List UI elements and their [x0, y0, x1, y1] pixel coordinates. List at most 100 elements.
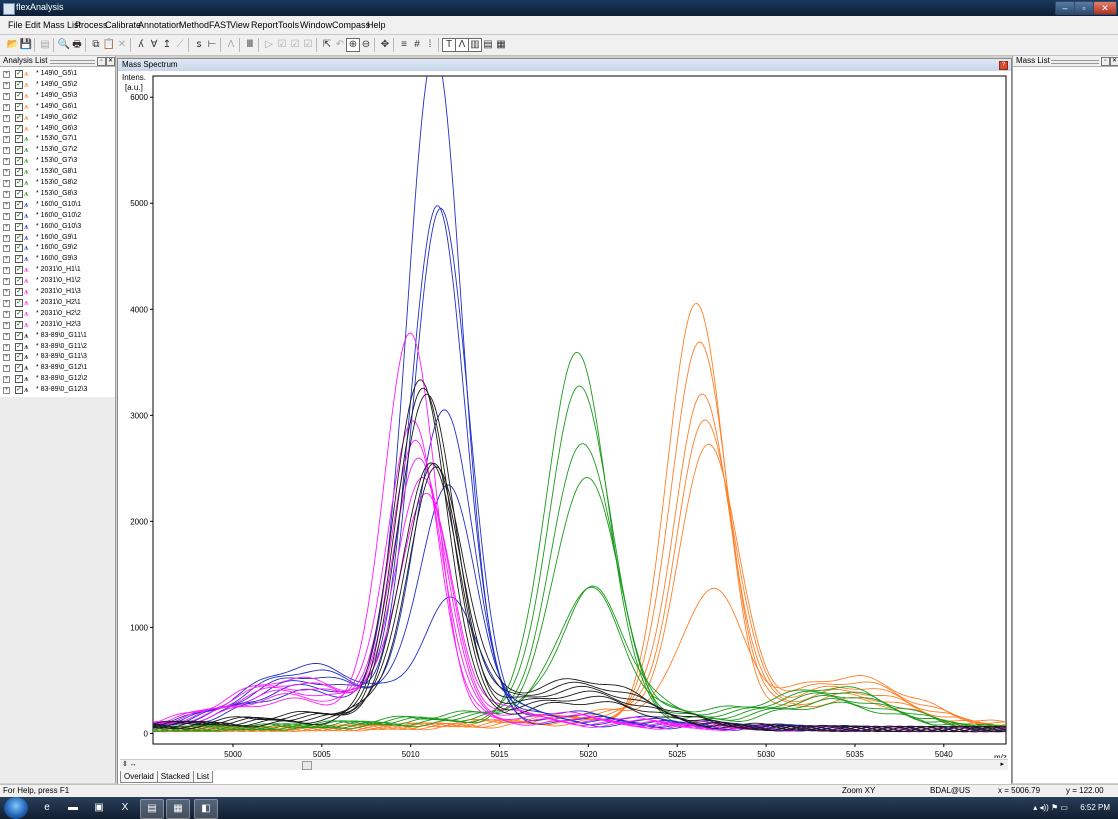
menu-calibrate[interactable]: Calibrate [105, 20, 141, 30]
expand-icon[interactable]: + [3, 354, 10, 362]
visibility-checkbox[interactable]: ✓ [15, 113, 23, 122]
visibility-checkbox[interactable]: ✓ [15, 342, 23, 351]
move-icon[interactable]: ✥ [378, 38, 392, 52]
list-item[interactable]: + ✓ ⩚ * 2031\0_H2\3 [0, 319, 115, 330]
tab-list[interactable]: List [192, 771, 214, 783]
expand-icon[interactable]: + [3, 234, 10, 242]
panel-restore-icon[interactable]: ▫ [97, 57, 106, 66]
expand-icon[interactable]: + [3, 299, 10, 307]
scroll-nav-icon[interactable]: ⇕ ↔ [122, 760, 137, 768]
mass-list-icon[interactable]: ꜱ [192, 38, 206, 52]
visibility-checkbox[interactable]: ✓ [15, 244, 23, 253]
peak-edit-icon[interactable]: ⟋ [173, 38, 187, 52]
menu-view[interactable]: View [230, 20, 249, 30]
menu-tools[interactable]: Tools [278, 20, 299, 30]
expand-icon[interactable]: + [3, 180, 10, 187]
expand-icon[interactable]: + [3, 387, 10, 395]
list-item[interactable]: + ✓ ⩚ * 153\0_G8\3 [0, 188, 115, 199]
list-item[interactable]: + ✓ ⩚ * 153\0_G8\1 [0, 166, 115, 177]
list-item[interactable]: + ✓ ⩚ * 2031\0_H1\1 [0, 264, 115, 275]
view-overlay-icon[interactable]: Λ [455, 38, 469, 52]
visibility-checkbox[interactable]: ✓ [15, 298, 23, 307]
flexanalysis-icon[interactable]: ◧ [194, 799, 218, 819]
expand-icon[interactable]: + [3, 245, 10, 253]
expand-icon[interactable]: + [3, 136, 10, 144]
copy-icon[interactable]: ⧉ [89, 38, 103, 52]
visibility-checkbox[interactable]: ✓ [15, 364, 23, 373]
expand-icon[interactable]: + [3, 169, 10, 177]
visibility-checkbox[interactable]: ✓ [15, 211, 23, 220]
visibility-checkbox[interactable]: ✓ [15, 168, 23, 177]
app2-icon[interactable]: ▤ [140, 799, 164, 819]
expand-icon[interactable]: + [3, 376, 10, 384]
list-item[interactable]: + ✓ ⩚ * 153\0_G7\1 [0, 133, 115, 144]
visibility-checkbox[interactable]: ✓ [15, 277, 23, 286]
menu-fast[interactable]: FAST [209, 20, 232, 30]
tab-stacked[interactable]: Stacked [156, 771, 194, 783]
expand-icon[interactable]: + [3, 343, 10, 351]
view-list-icon[interactable]: ▤ [481, 38, 495, 52]
list-item[interactable]: + ✓ ⩚ * 83-89\0_G12\1 [0, 362, 115, 373]
horizontal-scrollbar[interactable]: ⇕ ↔ ▸ [120, 759, 1008, 770]
tray-icons[interactable]: ▴ ◂)) ⚑ ▭ [1033, 803, 1068, 812]
expand-icon[interactable]: + [3, 365, 10, 373]
properties-icon[interactable]: ▤ [38, 38, 52, 52]
visibility-checkbox[interactable]: ✓ [15, 320, 23, 329]
scroll-right-icon[interactable]: ▸ [1000, 760, 1004, 768]
print-preview-icon[interactable]: 🔍 [57, 38, 71, 52]
list-item[interactable]: + ✓ ⩚ * 149\0_G5\2 [0, 79, 115, 90]
save-icon[interactable]: 💾 [19, 38, 33, 52]
expand-icon[interactable]: + [3, 278, 10, 286]
visibility-checkbox[interactable]: ✓ [15, 146, 23, 155]
spectrum-plot[interactable]: Intens.[a.u.] m/z 0 1000 2000 3000 4000 5000 600… [118, 72, 1011, 758]
annotate-icon[interactable]: Λ [224, 38, 238, 52]
open-icon[interactable]: 📂 [6, 38, 20, 52]
expand-icon[interactable]: + [3, 92, 10, 100]
visibility-checkbox[interactable]: ✓ [15, 353, 23, 362]
zoom-in-icon[interactable]: ⊕ [346, 38, 360, 52]
list-item[interactable]: + ✓ ⩚ * 2031\0_H2\2 [0, 308, 115, 319]
list-item[interactable]: + ✓ ⩚ * 149\0_G5\3 [0, 90, 115, 101]
expand-icon[interactable]: + [3, 321, 10, 329]
smooth-icon[interactable]: ʎ [134, 38, 148, 52]
visibility-checkbox[interactable]: ✓ [15, 70, 23, 78]
zoom-back-icon[interactable]: ↶ [333, 38, 347, 52]
expand-icon[interactable]: + [3, 267, 10, 275]
panel-restore-icon[interactable]: ▫ [1101, 57, 1110, 66]
menu-window[interactable]: Window [300, 20, 332, 30]
start-button[interactable] [4, 797, 28, 819]
list-item[interactable]: + ✓ ⩚ * 160\0_G9\2 [0, 242, 115, 253]
calibrate-icon[interactable]: ⊢ [205, 38, 219, 52]
expand-icon[interactable]: + [3, 147, 10, 155]
list-item[interactable]: + ✓ ⩚ * 83-89\0_G12\2 [0, 373, 115, 384]
expand-icon[interactable]: + [3, 310, 10, 318]
visibility-checkbox[interactable]: ✓ [15, 179, 23, 187]
baseline-icon[interactable]: Ɐ [147, 38, 161, 52]
paste-icon[interactable]: 📋 [102, 38, 116, 52]
menu-file[interactable]: File [8, 20, 23, 30]
app3-icon[interactable]: ▦ [166, 799, 190, 819]
list-item[interactable]: + ✓ ⩚ * 160\0_G10\3 [0, 221, 115, 232]
maximize-button[interactable]: ▫ [1074, 1, 1094, 15]
visibility-checkbox[interactable]: ✓ [15, 266, 23, 275]
visibility-checkbox[interactable]: ✓ [15, 222, 23, 231]
list-item[interactable]: + ✓ ⩚ * 83-89\0_G11\3 [0, 351, 115, 362]
label-icon[interactable]: Ⅲ [243, 38, 257, 52]
panel-close-icon[interactable]: ✕ [106, 57, 115, 66]
list-item[interactable]: + ✓ ⩚ * 153\0_G8\2 [0, 177, 115, 188]
list-item[interactable]: + ✓ ⩚ * 153\0_G7\2 [0, 144, 115, 155]
expand-icon[interactable]: + [3, 223, 10, 231]
visibility-checkbox[interactable]: ✓ [15, 80, 23, 89]
print-icon[interactable]: 🖶 [70, 38, 84, 52]
menu-process[interactable]: Process [75, 20, 108, 30]
list-item[interactable]: + ✓ ⩚ * 2031\0_H2\1 [0, 297, 115, 308]
visibility-checkbox[interactable]: ✓ [15, 309, 23, 318]
list-item[interactable]: + ✓ ⩚ * 83-89\0_G12\3 [0, 384, 115, 395]
expand-icon[interactable]: + [3, 332, 10, 340]
visibility-checkbox[interactable]: ✓ [15, 124, 23, 133]
grid-c-icon[interactable]: ⁞ [423, 38, 437, 52]
expand-icon[interactable]: + [3, 125, 10, 133]
expand-icon[interactable]: + [3, 114, 10, 122]
minimize-button[interactable]: – [1055, 1, 1075, 15]
view-text-icon[interactable]: T [442, 38, 456, 52]
